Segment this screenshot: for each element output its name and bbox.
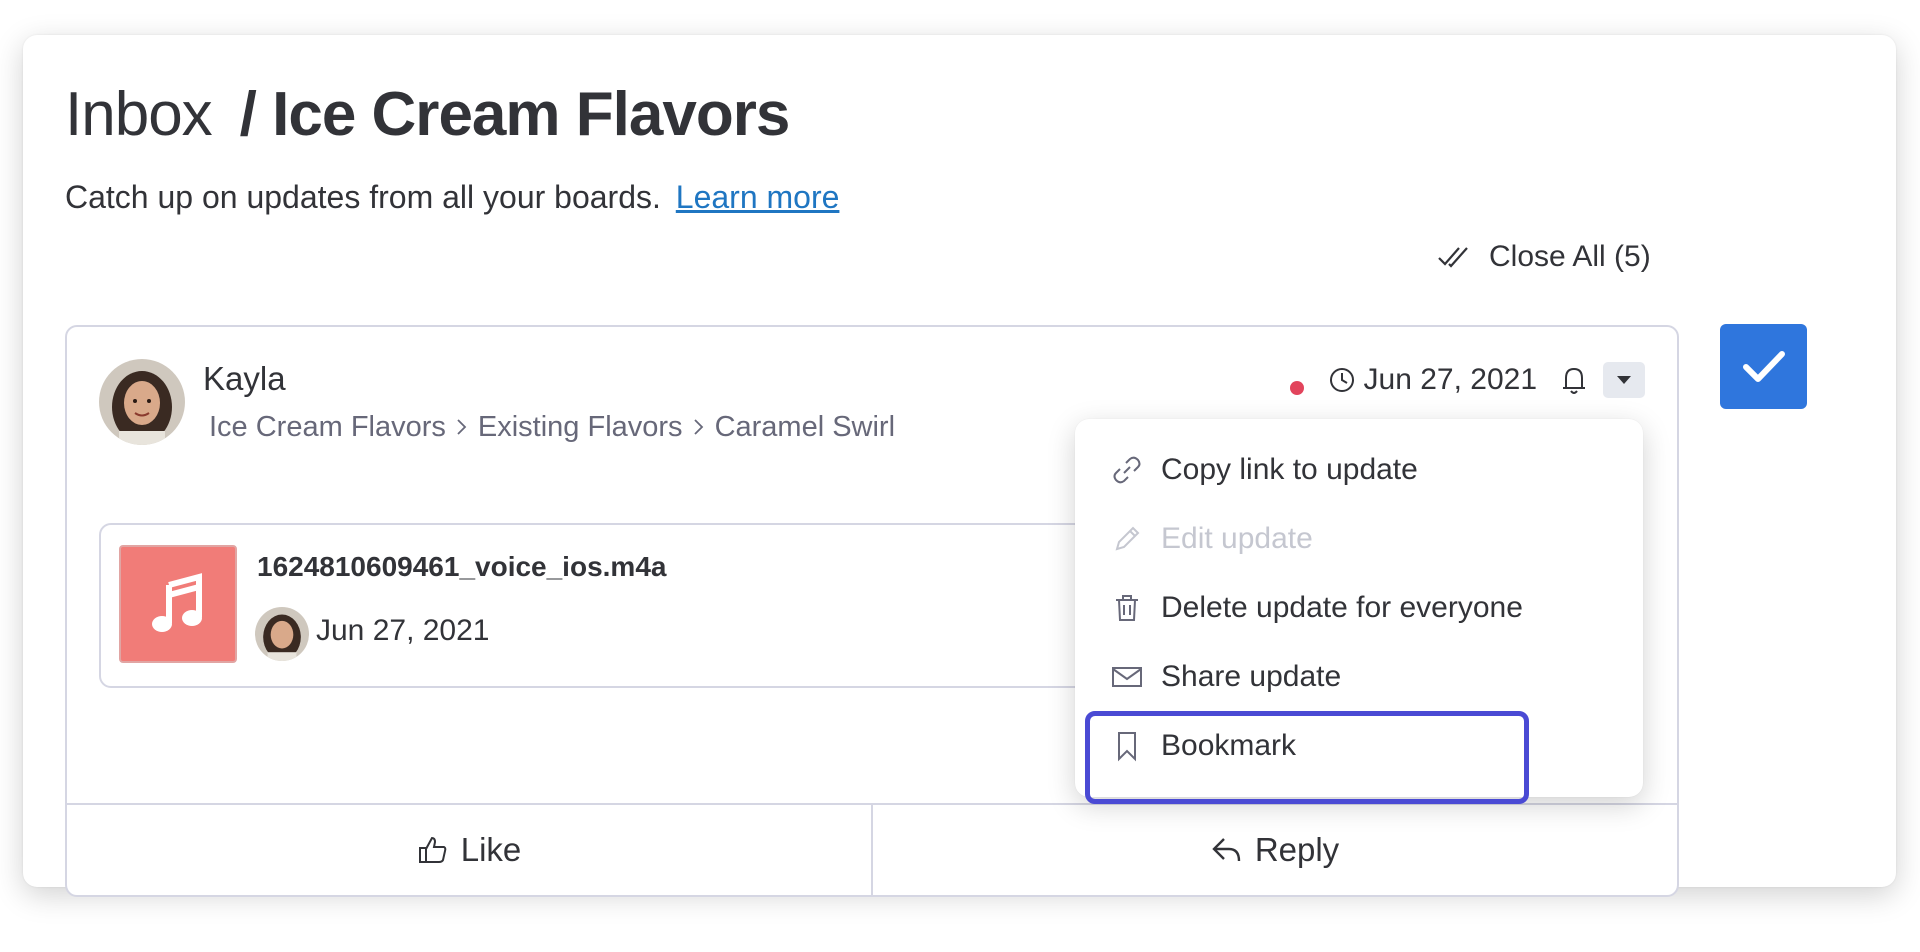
file-date: Jun 27, 2021 xyxy=(316,614,490,647)
music-note-icon xyxy=(152,573,202,632)
reply-icon xyxy=(1212,838,1241,862)
chevron-right-icon xyxy=(693,417,705,437)
title-inbox[interactable]: Inbox xyxy=(65,80,213,149)
bookmark-icon xyxy=(1109,730,1145,762)
file-name[interactable]: 1624810609461_voice_ios.m4a xyxy=(257,549,666,585)
pencil-icon xyxy=(1109,524,1145,554)
like-label: Like xyxy=(460,831,522,868)
caret-down-icon xyxy=(1617,376,1631,384)
breadcrumb-group[interactable]: Existing Flavors xyxy=(478,407,683,447)
subtitle-text: Catch up on updates from all your boards… xyxy=(65,179,661,215)
chevron-right-icon xyxy=(456,417,468,437)
post-menu-button[interactable] xyxy=(1603,362,1645,398)
page-subtitle: Catch up on updates from all your boards… xyxy=(65,177,839,217)
menu-item-delete[interactable]: Delete update for everyone xyxy=(1075,573,1643,642)
menu-item-copy-link[interactable]: Copy link to update xyxy=(1075,435,1643,504)
post-date: Jun 27, 2021 xyxy=(1363,363,1537,396)
breadcrumb-board[interactable]: Ice Cream Flavors xyxy=(209,407,446,447)
close-all-button[interactable]: Close All (5) xyxy=(1437,235,1651,279)
learn-more-link[interactable]: Learn more xyxy=(676,179,840,215)
unread-dot xyxy=(1289,381,1304,395)
menu-item-label: Bookmark xyxy=(1161,728,1297,762)
close-all-label: Close All (5) xyxy=(1489,240,1651,273)
menu-item-label: Share update xyxy=(1161,659,1342,693)
inbox-panel: Inbox / Ice Cream Flavors Catch up on upd… xyxy=(23,35,1896,897)
envelope-icon xyxy=(1109,665,1145,689)
page-title: Inbox / Ice Cream Flavors xyxy=(65,75,791,155)
breadcrumb: Ice Cream Flavors Existing Flavors Caram… xyxy=(209,407,895,447)
trash-icon xyxy=(1109,593,1145,623)
link-icon xyxy=(1109,455,1145,485)
like-button[interactable]: Like xyxy=(67,805,871,895)
avatar xyxy=(255,607,309,661)
post-meta: Jun 27, 2021 xyxy=(1289,359,1645,401)
thumbs-up-icon xyxy=(418,836,447,863)
menu-item-label: Edit update xyxy=(1161,521,1313,555)
card-footer: Like Reply xyxy=(67,803,1677,895)
update-options-menu: Copy link to update Edit update Delete u… xyxy=(1075,419,1643,804)
file-attachment[interactable]: 1624810609461_voice_ios.m4a Jun 27, 2021 xyxy=(99,523,1239,688)
title-board: / Ice Cream Flavors xyxy=(239,80,791,149)
author-name[interactable]: Kayla xyxy=(203,359,286,399)
menu-item-label: Copy link to update xyxy=(1161,452,1418,486)
checkmark-icon xyxy=(1742,350,1785,382)
mark-read-button[interactable] xyxy=(1720,324,1807,409)
avatar[interactable] xyxy=(99,359,185,445)
menu-item-bookmark[interactable]: Bookmark xyxy=(1075,711,1643,804)
menu-item-label: Delete update for everyone xyxy=(1161,590,1523,624)
double-check-icon xyxy=(1438,247,1468,268)
reply-label: Reply xyxy=(1254,831,1340,868)
breadcrumb-item[interactable]: Caramel Swirl xyxy=(715,407,895,447)
reply-button[interactable]: Reply xyxy=(873,805,1677,895)
clock-icon xyxy=(1328,366,1356,394)
menu-item-edit: Edit update xyxy=(1075,504,1643,573)
file-thumbnail[interactable] xyxy=(119,545,237,663)
menu-item-share[interactable]: Share update xyxy=(1075,642,1643,711)
bell-icon[interactable] xyxy=(1559,364,1589,396)
